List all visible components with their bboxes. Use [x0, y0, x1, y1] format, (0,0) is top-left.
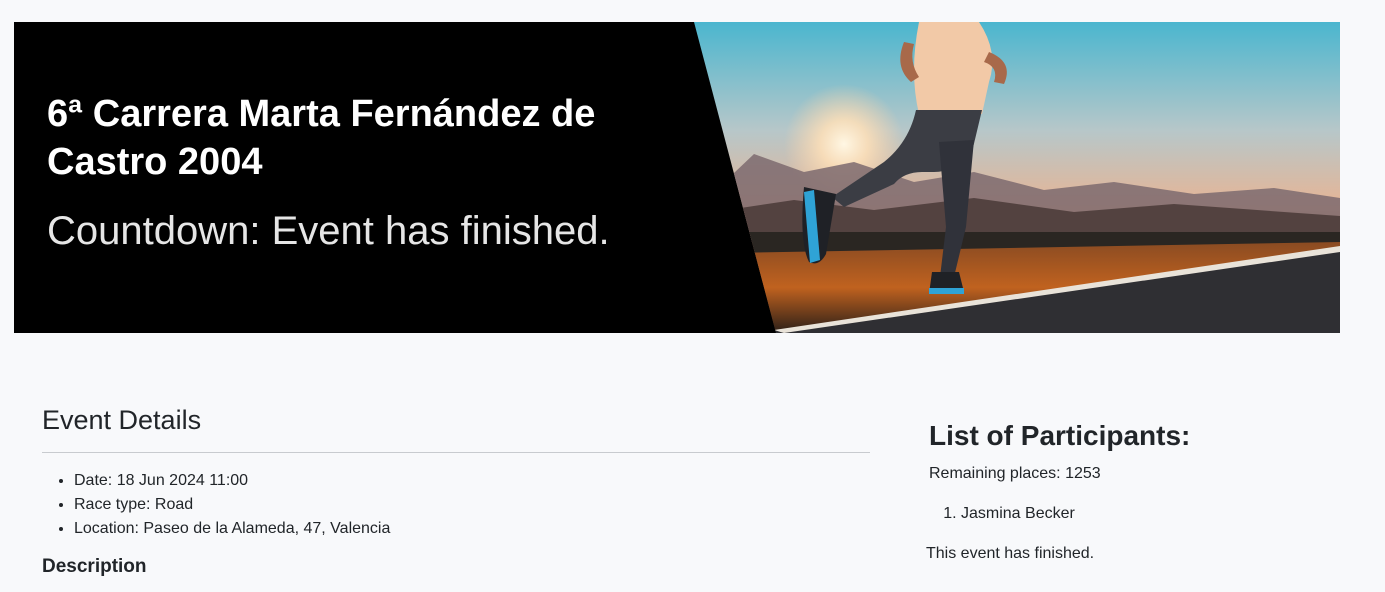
event-hero-banner: 6ª Carrera Marta Fernández de Castro 200…	[14, 22, 1340, 333]
participants-heading: List of Participants:	[929, 420, 1191, 451]
participants-section: List of Participants: Remaining places: …	[926, 418, 1329, 566]
event-details-heading: Event Details	[42, 400, 870, 453]
event-details-list: Date: 18 Jun 2024 11:00 Race type: Road …	[42, 469, 870, 541]
remaining-places: Remaining places: 1253	[929, 465, 1101, 482]
event-details-section: Event Details Date: 18 Jun 2024 11:00 Ra…	[42, 400, 870, 579]
description-heading: Description	[42, 556, 147, 577]
participant-item: Jasmina Becker	[961, 502, 1329, 526]
participants-list: Jasmina Becker	[929, 502, 1329, 526]
event-finished-note: This event has finished.	[926, 545, 1095, 562]
countdown-status: Countdown: Event has finished.	[47, 209, 610, 253]
event-title: 6ª Carrera Marta Fernández de Castro 200…	[47, 93, 596, 183]
location-item: Location: Paseo de la Alameda, 47, Valen…	[74, 517, 870, 541]
event-date-item: Date: 18 Jun 2024 11:00	[74, 469, 870, 493]
race-type-item: Race type: Road	[74, 493, 870, 517]
